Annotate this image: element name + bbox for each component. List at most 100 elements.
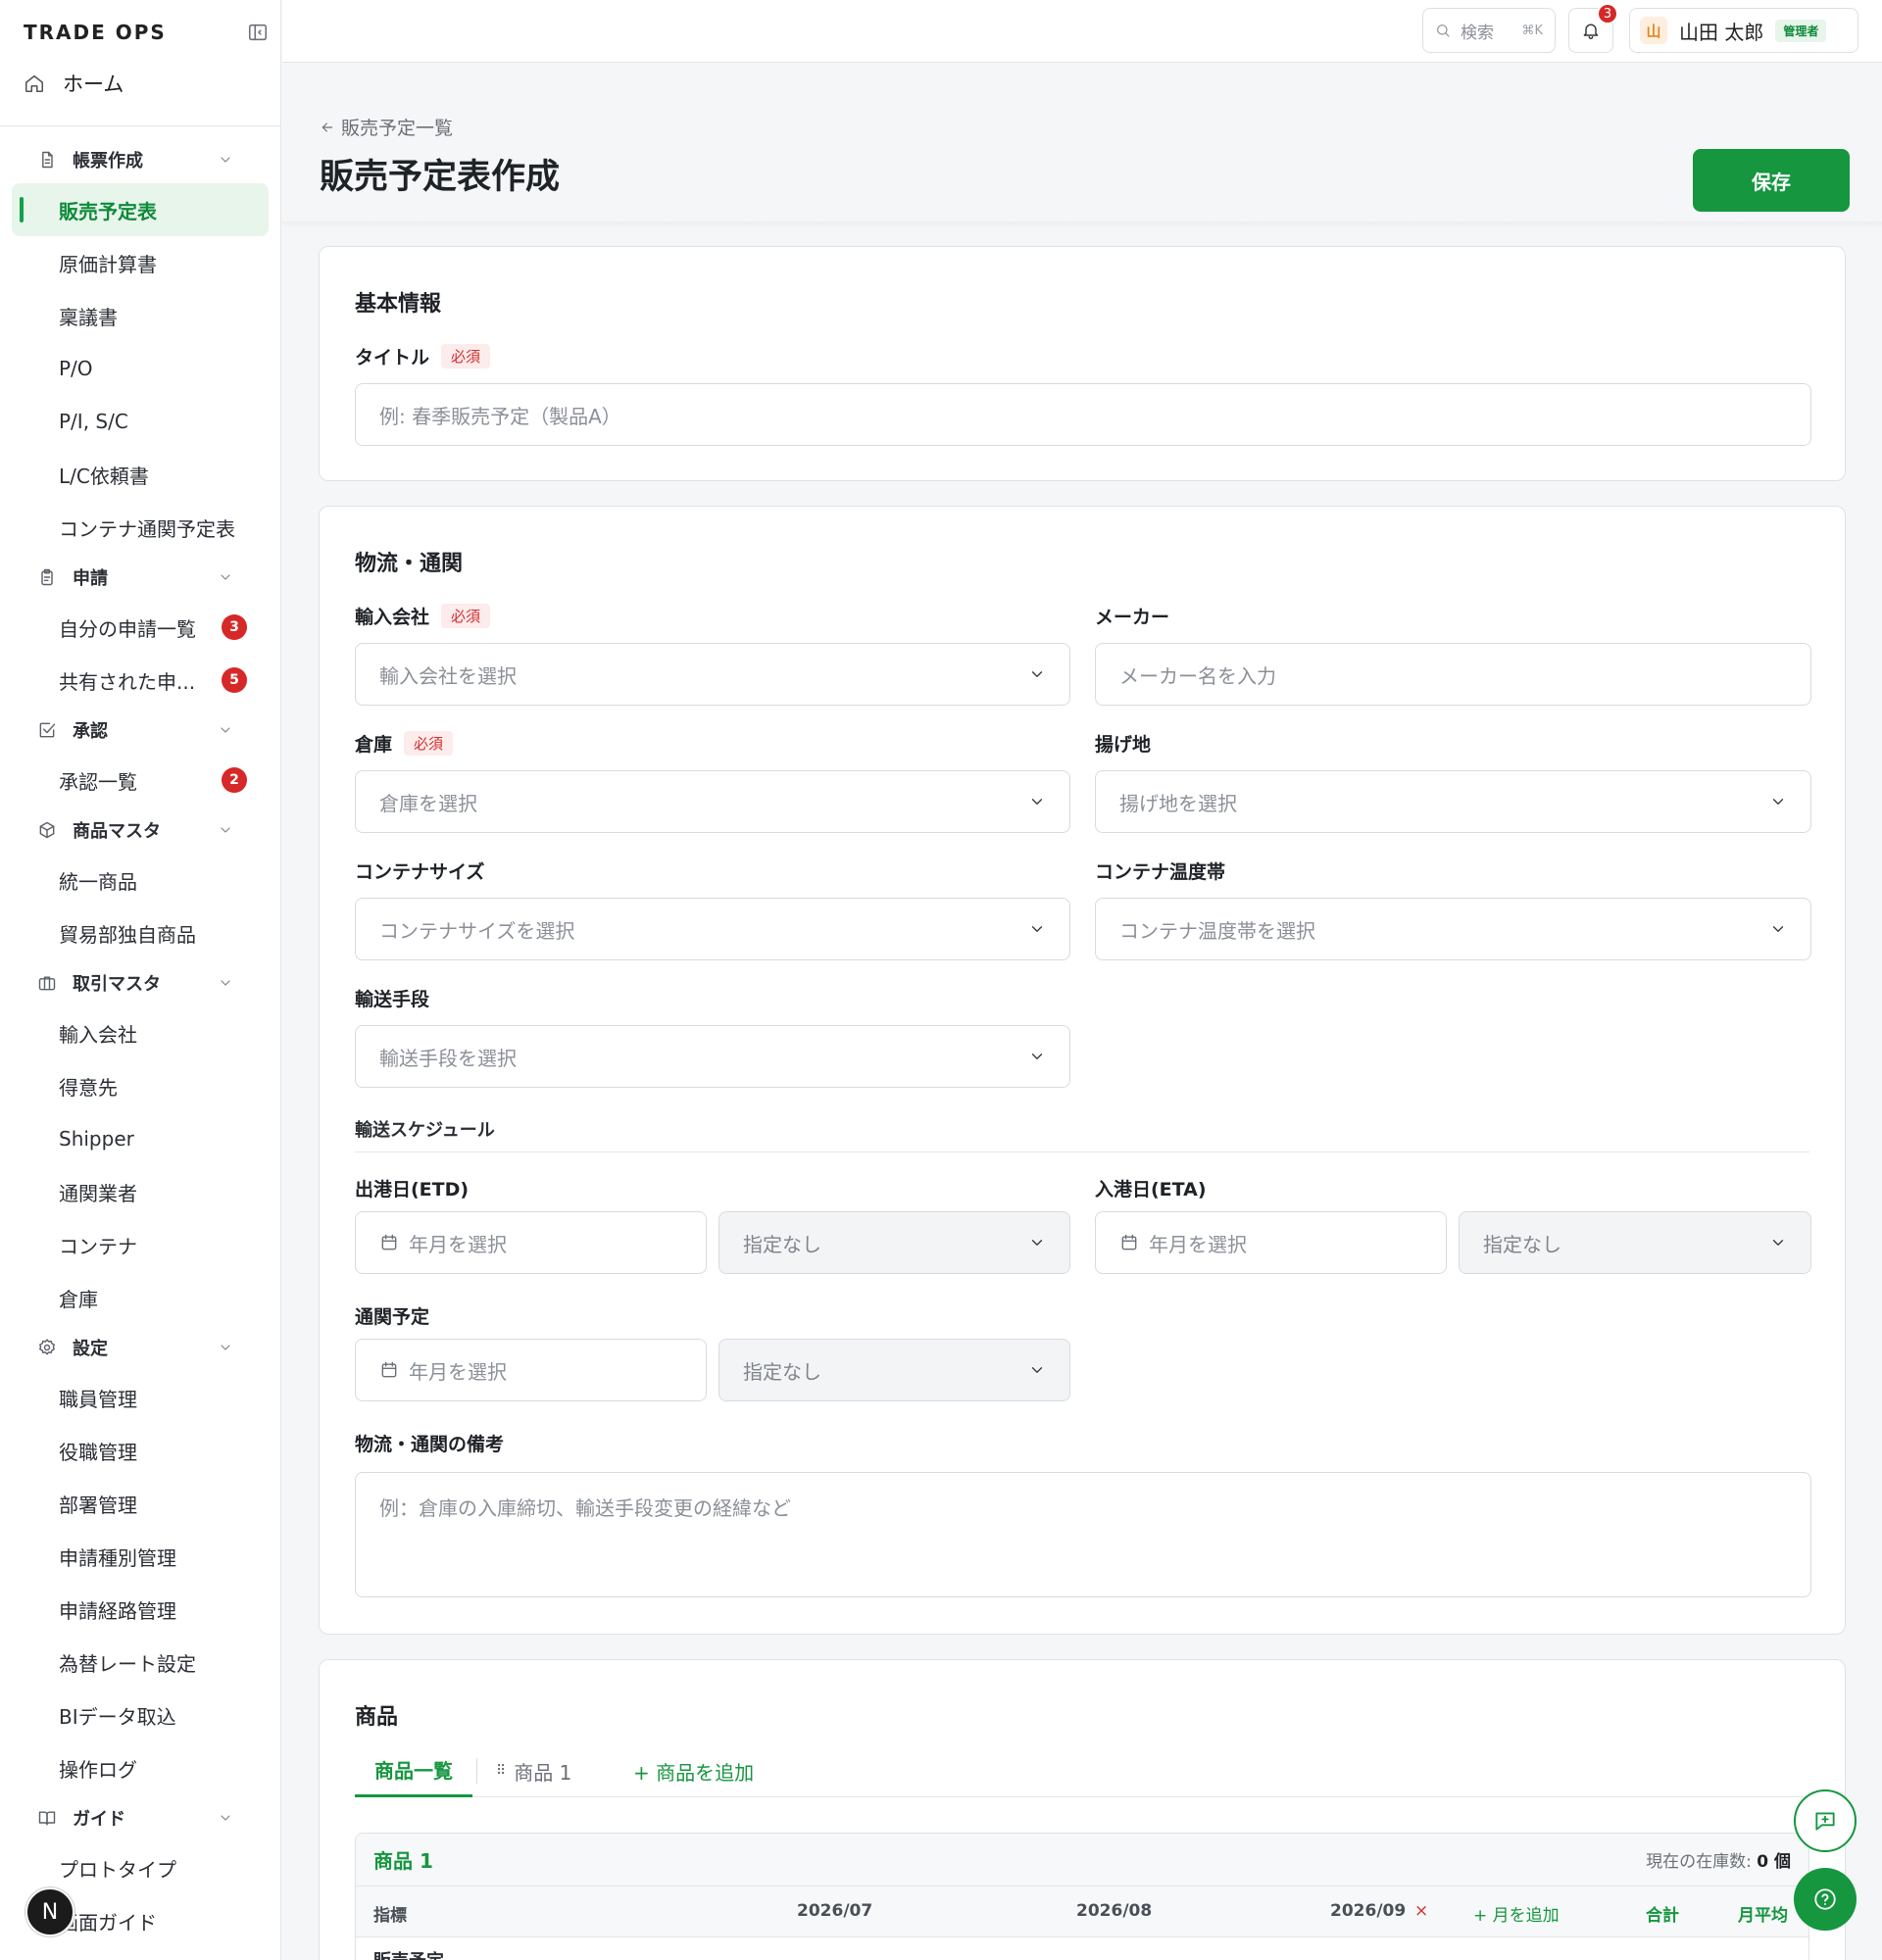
count-badge: 3: [222, 614, 247, 640]
sidebar-item[interactable]: L/C依頼書: [0, 448, 280, 501]
customs-detail-select[interactable]: 指定なし: [718, 1339, 1070, 1401]
sidebar-item[interactable]: BIデータ取込: [0, 1689, 280, 1741]
notes-textarea[interactable]: 例：倉庫の入庫締切、輸送手段変更の経緯など: [355, 1472, 1811, 1597]
sidebar-item-label: 操作ログ: [59, 1757, 137, 1782]
container-size-label-text: コンテナサイズ: [355, 861, 485, 883]
sidebar-item[interactable]: プロトタイプ: [0, 1841, 280, 1894]
etd-detail-select[interactable]: 指定なし: [718, 1211, 1070, 1274]
title-label-text: タイトル: [355, 347, 430, 368]
user-avatar-button[interactable]: N: [25, 1887, 74, 1936]
remove-month-button[interactable]: ×: [1414, 1901, 1428, 1921]
sidebar-item-label: 稟議書: [59, 305, 118, 329]
sidebar-item-label: 貿易部独自商品: [59, 922, 196, 947]
required-badge: 必須: [441, 604, 491, 628]
sidebar-item[interactable]: P/O: [0, 342, 280, 395]
sidebar-item[interactable]: 自分の申請一覧 3: [0, 601, 280, 654]
count-badge: 2: [222, 767, 247, 793]
etd-month-picker[interactable]: 年月を選択: [355, 1211, 707, 1274]
warehouse-select[interactable]: 倉庫を選択: [355, 770, 1070, 833]
feedback-button[interactable]: [1794, 1789, 1857, 1852]
sidebar-item-label: P/I, S/C: [59, 410, 128, 433]
sidebar-item[interactable]: 統一商品: [0, 854, 280, 906]
drag-handle-icon[interactable]: ⠿: [496, 1763, 506, 1779]
sidebar-section-header[interactable]: ガイド: [0, 1794, 280, 1841]
chevron-down-icon: [218, 1340, 233, 1355]
transport-select-placeholder: 輸送手段を選択: [379, 1046, 517, 1070]
sidebar-collapse-icon[interactable]: [247, 22, 269, 43]
sidebar-section-header[interactable]: 商品マスタ: [0, 807, 280, 854]
sidebar-section-header[interactable]: 帳票作成: [0, 136, 280, 183]
sidebar-item[interactable]: P/I, S/C: [0, 395, 280, 448]
sidebar-item[interactable]: 通関業者: [0, 1165, 280, 1218]
sidebar-section-header[interactable]: 設定: [0, 1324, 280, 1371]
port-field-label: 揚げ地: [1095, 730, 1151, 757]
sidebar-item[interactable]: 役職管理: [0, 1424, 280, 1477]
sidebar-divider: [0, 125, 280, 126]
tab-product-1[interactable]: ⠿ 商品 1: [496, 1744, 571, 1797]
sidebar-item[interactable]: Shipper: [0, 1112, 280, 1165]
sidebar-item[interactable]: 輸入会社: [0, 1006, 280, 1059]
transport-select[interactable]: 輸送手段を選択: [355, 1025, 1070, 1088]
basic-info-card: 基本情報 タイトル 必須 例: 春季販売予定（製品A）: [319, 246, 1846, 481]
top-bar: 検索 ⌘K 3 山 山田 太郎 管理者: [282, 0, 1882, 63]
sidebar-item[interactable]: 倉庫: [0, 1271, 280, 1324]
user-menu-button[interactable]: 山 山田 太郎 管理者: [1629, 8, 1858, 53]
sidebar-item[interactable]: 貿易部独自商品: [0, 906, 280, 959]
importer-select[interactable]: 輸入会社を選択: [355, 643, 1070, 706]
sidebar-item[interactable]: 申請経路管理: [0, 1583, 280, 1636]
container-temp-field-label: コンテナ温度帯: [1095, 858, 1225, 884]
col-month: 2026/09: [1330, 1901, 1407, 1921]
sidebar-item[interactable]: 販売予定表: [12, 183, 269, 236]
eta-detail-select[interactable]: 指定なし: [1459, 1211, 1811, 1274]
title-input[interactable]: 例: 春季販売予定（製品A）: [355, 383, 1811, 446]
eta-month-picker[interactable]: 年月を選択: [1095, 1211, 1447, 1274]
tab-product-1-label: 商品 1: [514, 1760, 572, 1785]
chevron-down-icon: [218, 1810, 233, 1826]
bell-icon: [1581, 21, 1601, 40]
sidebar-item-label: L/C依頼書: [59, 464, 149, 488]
tab-product-list[interactable]: 商品一覧: [355, 1744, 472, 1797]
sidebar-item[interactable]: コンテナ: [0, 1218, 280, 1271]
page-title: 販売予定表作成: [320, 158, 561, 197]
sidebar-item[interactable]: 職員管理: [0, 1371, 280, 1424]
sidebar-item[interactable]: 得意先: [0, 1059, 280, 1112]
table-row: 販売予定: [356, 1937, 1808, 1960]
sidebar-item[interactable]: 部署管理: [0, 1477, 280, 1530]
chevron-down-icon: [1028, 793, 1046, 810]
container-size-select[interactable]: コンテナサイズを選択: [355, 898, 1070, 960]
container-temp-select[interactable]: コンテナ温度帯を選択: [1095, 898, 1811, 960]
help-button[interactable]: [1794, 1868, 1857, 1931]
sidebar-item[interactable]: コンテナ通関予定表: [0, 501, 280, 554]
sidebar-section-header[interactable]: 取引マスタ: [0, 959, 280, 1006]
add-product-button[interactable]: + 商品を追加: [633, 1744, 754, 1797]
sidebar-item[interactable]: 共有された申... 5: [0, 654, 280, 707]
add-month-button[interactable]: + 月を追加: [1473, 1901, 1560, 1926]
customs-month-picker[interactable]: 年月を選択: [355, 1339, 707, 1401]
message-plus-icon: [1812, 1808, 1838, 1834]
chevron-down-icon: [1028, 665, 1046, 683]
sidebar-section-header[interactable]: 承認: [0, 707, 280, 754]
row-label: 販売予定: [373, 1947, 444, 1960]
sidebar-item-label: 承認一覧: [59, 769, 137, 794]
notifications-button[interactable]: 3: [1568, 3, 1618, 53]
product-name[interactable]: 商品 1: [373, 1845, 433, 1874]
search-button[interactable]: 検索 ⌘K: [1422, 8, 1556, 53]
sidebar-item[interactable]: 為替レート設定: [0, 1636, 280, 1689]
sidebar-item[interactable]: 原価計算書: [0, 236, 280, 289]
calendar-icon: [379, 1360, 399, 1380]
maker-input[interactable]: メーカー名を入力: [1095, 643, 1811, 706]
back-link[interactable]: 販売予定一覧: [320, 114, 453, 140]
port-select[interactable]: 揚げ地を選択: [1095, 770, 1811, 833]
sidebar-item[interactable]: 承認一覧 2: [0, 754, 280, 807]
sidebar-section-header[interactable]: 申請: [0, 554, 280, 601]
chevron-down-icon: [1769, 920, 1787, 938]
etd-field-label: 出港日(ETD): [355, 1175, 469, 1201]
col-month: 2026/07: [797, 1901, 873, 1921]
save-button[interactable]: 保存: [1693, 149, 1850, 212]
etd-detail-value: 指定なし: [743, 1232, 821, 1256]
sidebar-item-home[interactable]: ホーム: [24, 69, 124, 98]
container-size-field-label: コンテナサイズ: [355, 858, 484, 884]
sidebar-item[interactable]: 稟議書: [0, 289, 280, 342]
sidebar-item[interactable]: 申請種別管理: [0, 1530, 280, 1583]
sidebar-item[interactable]: 操作ログ: [0, 1741, 280, 1794]
